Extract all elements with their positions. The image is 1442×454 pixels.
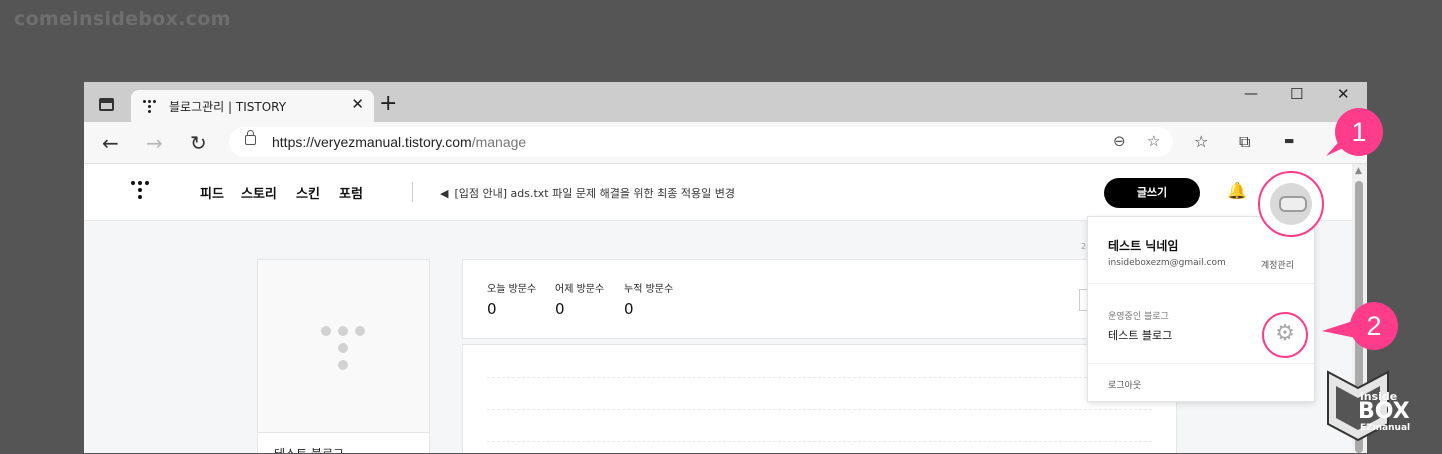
menu-feed[interactable]: 피드 bbox=[200, 183, 224, 202]
grid-line bbox=[487, 441, 1152, 442]
tab-actions-icon[interactable] bbox=[99, 98, 114, 111]
add-favorite-icon[interactable]: ☆ bbox=[1147, 132, 1160, 150]
zoom-icon[interactable]: ⊖ bbox=[1113, 132, 1126, 150]
url-text[interactable]: https://veryezmanual.tistory.com/manage bbox=[272, 134, 526, 150]
profile-icon[interactable]: ▬ bbox=[1284, 134, 1294, 147]
notice[interactable]: ◀ [입점 안내] ads.txt 파일 문제 해결을 위한 최종 적용일 변경 bbox=[440, 185, 735, 201]
callout-1: 1 bbox=[1335, 108, 1383, 156]
collections-icon[interactable]: ⧉ bbox=[1239, 132, 1250, 152]
stat-total: 누적 방문수 0 bbox=[624, 280, 673, 318]
grid-line bbox=[487, 409, 1152, 410]
forward-icon[interactable]: → bbox=[146, 131, 163, 155]
visitor-stats: 오늘 방문수 0 어제 방문수 0 누적 방문수 0 bbox=[462, 259, 1177, 339]
close-window-button[interactable]: ✕ bbox=[1337, 85, 1350, 103]
tab-active[interactable]: 블로그관리 | TISTORY ✕ bbox=[131, 90, 374, 122]
write-button[interactable]: 글쓰기 bbox=[1104, 178, 1200, 208]
navigation-bar: ← → ↻ https://veryezmanual.tistory.com/m… bbox=[84, 122, 1367, 164]
url-path: /manage bbox=[471, 134, 527, 150]
divider bbox=[1088, 283, 1314, 284]
tab-strip: 블로그관리 | TISTORY ✕ + — ☐ ✕ bbox=[84, 82, 1367, 122]
address-bar[interactable]: https://veryezmanual.tistory.com/manage … bbox=[229, 127, 1173, 157]
dropdown-blog-name[interactable]: 테스트 블로그 bbox=[1108, 327, 1172, 343]
logo-line-2: BOX bbox=[1358, 399, 1410, 424]
visitor-chart bbox=[462, 344, 1177, 453]
stat-label: 어제 방문수 bbox=[555, 284, 605, 295]
stat-label: 오늘 방문수 bbox=[487, 284, 537, 295]
stat-value: 0 bbox=[555, 300, 565, 318]
scroll-up-icon[interactable]: ▲ bbox=[1355, 166, 1362, 176]
blogs-section-label: 운영중인 블로그 bbox=[1108, 312, 1169, 322]
stat-value: 0 bbox=[487, 300, 497, 318]
tistory-favicon-icon bbox=[143, 100, 159, 114]
stat-today: 오늘 방문수 0 bbox=[487, 280, 536, 318]
account-settings-link[interactable]: 계정관리 bbox=[1261, 258, 1294, 271]
callout-2: 2 bbox=[1350, 302, 1398, 350]
menu-forum[interactable]: 포럼 bbox=[339, 183, 363, 202]
url-host: https://veryezmanual.tistory.com bbox=[272, 134, 472, 150]
logo-line-3: EZmanual bbox=[1360, 423, 1411, 433]
blog-profile-card[interactable]: 테스트 블로그 bbox=[257, 259, 430, 453]
favorites-icon[interactable]: ☆ bbox=[1194, 132, 1208, 151]
refresh-icon[interactable]: ↻ bbox=[190, 131, 207, 155]
back-icon[interactable]: ← bbox=[102, 131, 119, 155]
dropdown-email: insideboxezm@gmail.com bbox=[1108, 258, 1226, 268]
insidebox-logo: inside BOX EZmanual bbox=[1326, 370, 1426, 450]
watermark: comeinsidebox.com bbox=[14, 8, 231, 30]
header-divider bbox=[412, 182, 413, 202]
logout-link[interactable]: 로그아웃 bbox=[1108, 378, 1141, 391]
maximize-button[interactable]: ☐ bbox=[1290, 85, 1303, 103]
browser-window: 블로그관리 | TISTORY ✕ + — ☐ ✕ ← → ↻ https://… bbox=[84, 82, 1367, 453]
dropdown-nickname: 테스트 닉네임 bbox=[1108, 239, 1179, 253]
minimize-button[interactable]: — bbox=[1244, 86, 1258, 102]
menu-skin[interactable]: 스킨 bbox=[296, 183, 320, 202]
account-dropdown: 테스트 닉네임 insideboxezm@gmail.com 계정관리 운영중인… bbox=[1087, 216, 1315, 402]
stat-label: 누적 방문수 bbox=[624, 284, 674, 295]
grid-line bbox=[487, 377, 1152, 378]
bell-icon[interactable]: 🔔 bbox=[1227, 181, 1247, 200]
divider bbox=[1088, 363, 1314, 364]
profile-avatar[interactable] bbox=[1258, 171, 1324, 237]
blog-settings-gear-icon[interactable]: ⚙ bbox=[1262, 312, 1308, 358]
avatar-image bbox=[1270, 183, 1312, 225]
speaker-icon: ◀ bbox=[440, 187, 449, 200]
new-tab-button[interactable]: + bbox=[379, 93, 397, 115]
site-header: 피드 스토리 스킨 포럼 ◀ [입점 안내] ads.txt 파일 문제 해결을 … bbox=[84, 164, 1352, 221]
lock-icon[interactable] bbox=[245, 130, 256, 145]
stat-yesterday: 어제 방문수 0 bbox=[555, 280, 604, 318]
menu-story[interactable]: 스토리 bbox=[241, 183, 277, 202]
tab-close-icon[interactable]: ✕ bbox=[351, 95, 364, 113]
notice-text: [입점 안내] ads.txt 파일 문제 해결을 위한 최종 적용일 변경 bbox=[454, 187, 736, 200]
tistory-page: 피드 스토리 스킨 포럼 ◀ [입점 안내] ads.txt 파일 문제 해결을 … bbox=[84, 164, 1352, 453]
blog-name[interactable]: 테스트 블로그 bbox=[258, 432, 429, 453]
stat-value: 0 bbox=[624, 300, 634, 318]
tistory-logo-icon[interactable] bbox=[131, 181, 151, 203]
tab-title: 블로그관리 | TISTORY bbox=[169, 100, 287, 114]
